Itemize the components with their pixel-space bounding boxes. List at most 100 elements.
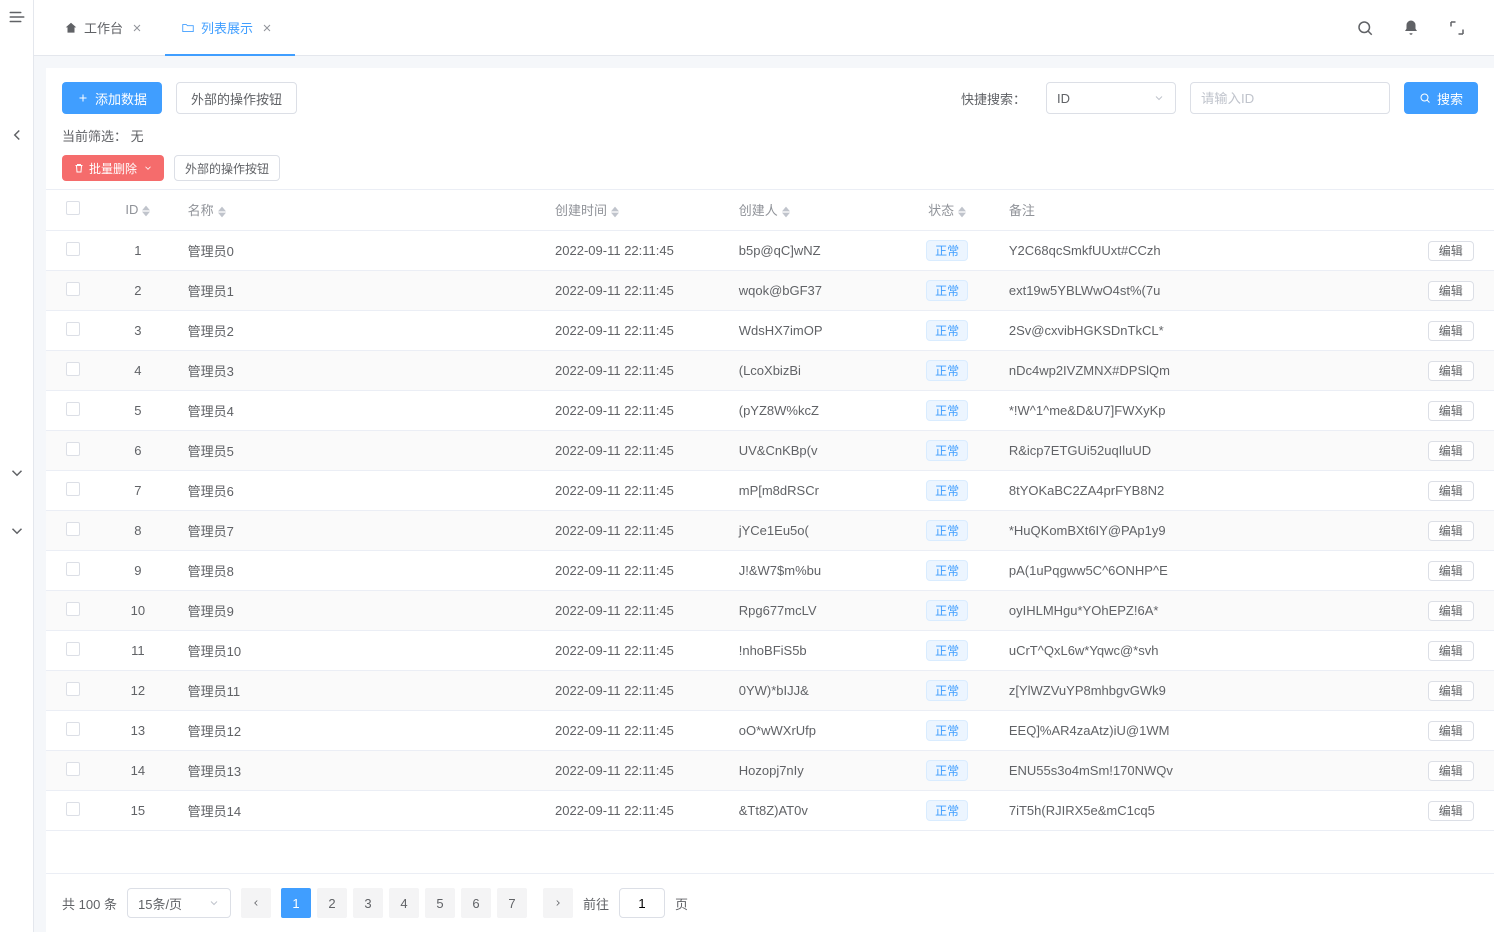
cell-creator: mP[m8dRSCr [727, 470, 898, 510]
cell-remark: R&icp7ETGUi52uqIluUD [997, 430, 1408, 470]
edit-button[interactable]: 编辑 [1428, 401, 1474, 421]
tab-workspace[interactable]: 工作台 [48, 0, 165, 56]
edit-button[interactable]: 编辑 [1428, 441, 1474, 461]
cell-id: 12 [100, 670, 176, 710]
cell-status: 正常 [897, 750, 996, 790]
edit-button[interactable]: 编辑 [1428, 241, 1474, 261]
col-header-name[interactable]: 名称 [176, 190, 543, 230]
edit-button[interactable]: 编辑 [1428, 321, 1474, 341]
pager-next[interactable] [543, 888, 573, 918]
table-row: 8管理员72022-09-11 22:11:45jYCe1Eu5o(正常*HuQ… [46, 510, 1494, 550]
edit-button[interactable]: 编辑 [1428, 721, 1474, 741]
batch-delete-button[interactable]: 批量删除 [62, 155, 164, 181]
edit-button[interactable]: 编辑 [1428, 481, 1474, 501]
edit-button[interactable]: 编辑 [1428, 521, 1474, 541]
edit-button[interactable]: 编辑 [1428, 361, 1474, 381]
row-checkbox[interactable] [66, 642, 80, 656]
col-header-id[interactable]: ID [100, 190, 176, 230]
pager: 共 100 条 15条/页 1234567 前往 页 [46, 873, 1494, 932]
cell-name: 管理员4 [176, 390, 543, 430]
pager-page-7[interactable]: 7 [497, 888, 527, 918]
row-checkbox[interactable] [66, 242, 80, 256]
pager-page-1[interactable]: 1 [281, 888, 311, 918]
data-table: ID 名称 创建时间 创建人 状态 备注 1管理员02022-09-11 22:… [46, 190, 1494, 831]
status-tag: 正常 [926, 720, 968, 741]
cell-remark: Y2C68qcSmkfUUxt#CCzh [997, 230, 1408, 270]
cell-id: 10 [100, 590, 176, 630]
edit-button[interactable]: 编辑 [1428, 641, 1474, 661]
search-icon[interactable] [1356, 19, 1374, 37]
cell-creator: Hozopj7nIy [727, 750, 898, 790]
cell-name: 管理员0 [176, 230, 543, 270]
close-icon[interactable] [261, 22, 273, 34]
chevron-down-icon [1153, 92, 1165, 104]
cell-status: 正常 [897, 710, 996, 750]
pager-page-3[interactable]: 3 [353, 888, 383, 918]
cell-time: 2022-09-11 22:11:45 [543, 430, 727, 470]
table-row: 2管理员12022-09-11 22:11:45wqok@bGF37正常ext1… [46, 270, 1494, 310]
cell-remark: 7iT5h(RJIRX5e&mC1cq5 [997, 790, 1408, 830]
pager-prev[interactable] [241, 888, 271, 918]
expand-icon[interactable] [1448, 19, 1466, 37]
pager-page-2[interactable]: 2 [317, 888, 347, 918]
cell-status: 正常 [897, 470, 996, 510]
row-checkbox[interactable] [66, 482, 80, 496]
cell-id: 1 [100, 230, 176, 270]
cell-creator: b5p@qC]wNZ [727, 230, 898, 270]
search-button[interactable]: 搜索 [1404, 82, 1478, 114]
row-checkbox[interactable] [66, 682, 80, 696]
row-checkbox[interactable] [66, 522, 80, 536]
row-checkbox[interactable] [66, 402, 80, 416]
row-checkbox[interactable] [66, 602, 80, 616]
cell-name: 管理员1 [176, 270, 543, 310]
pager-page-6[interactable]: 6 [461, 888, 491, 918]
row-checkbox[interactable] [66, 362, 80, 376]
edit-button[interactable]: 编辑 [1428, 681, 1474, 701]
pager-page-5[interactable]: 5 [425, 888, 455, 918]
cell-time: 2022-09-11 22:11:45 [543, 270, 727, 310]
cell-creator: !nhoBFiS5b [727, 630, 898, 670]
search-input[interactable] [1190, 82, 1390, 114]
cell-id: 11 [100, 630, 176, 670]
tab-list[interactable]: 列表展示 [165, 0, 295, 56]
col-header-creator[interactable]: 创建人 [727, 190, 898, 230]
row-checkbox[interactable] [66, 762, 80, 776]
external-action-button[interactable]: 外部的操作按钮 [176, 82, 297, 114]
row-checkbox[interactable] [66, 802, 80, 816]
edit-button[interactable]: 编辑 [1428, 801, 1474, 821]
close-icon[interactable] [131, 22, 143, 34]
col-header-time[interactable]: 创建时间 [543, 190, 727, 230]
page-size-select[interactable]: 15条/页 [127, 888, 231, 918]
cell-id: 6 [100, 430, 176, 470]
chevron-down-icon[interactable] [8, 464, 26, 482]
cell-time: 2022-09-11 22:11:45 [543, 550, 727, 590]
edit-button[interactable]: 编辑 [1428, 561, 1474, 581]
pager-page-4[interactable]: 4 [389, 888, 419, 918]
edit-button[interactable]: 编辑 [1428, 761, 1474, 781]
edit-button[interactable]: 编辑 [1428, 601, 1474, 621]
cell-creator: UV&CnKBp(v [727, 430, 898, 470]
cell-time: 2022-09-11 22:11:45 [543, 710, 727, 750]
col-header-status[interactable]: 状态 [897, 190, 996, 230]
row-checkbox[interactable] [66, 322, 80, 336]
cell-time: 2022-09-11 22:11:45 [543, 470, 727, 510]
external-action-button-2[interactable]: 外部的操作按钮 [174, 155, 280, 181]
menu-toggle-icon[interactable] [8, 8, 26, 26]
search-field-select[interactable]: ID [1046, 82, 1176, 114]
row-checkbox[interactable] [66, 442, 80, 456]
cell-status: 正常 [897, 430, 996, 470]
goto-input[interactable] [619, 888, 665, 918]
table-row: 10管理员92022-09-11 22:11:45Rpg677mcLV正常oyI… [46, 590, 1494, 630]
add-data-button[interactable]: 添加数据 [62, 82, 162, 114]
row-checkbox[interactable] [66, 722, 80, 736]
chevron-left-icon[interactable] [8, 126, 26, 144]
select-all-checkbox[interactable] [66, 201, 80, 215]
chevron-down-icon[interactable] [8, 522, 26, 540]
edit-button[interactable]: 编辑 [1428, 281, 1474, 301]
row-checkbox[interactable] [66, 562, 80, 576]
cell-status: 正常 [897, 270, 996, 310]
cell-remark: 2Sv@cxvibHGKSDnTkCL* [997, 310, 1408, 350]
bell-icon[interactable] [1402, 19, 1420, 37]
row-checkbox[interactable] [66, 282, 80, 296]
cell-status: 正常 [897, 590, 996, 630]
